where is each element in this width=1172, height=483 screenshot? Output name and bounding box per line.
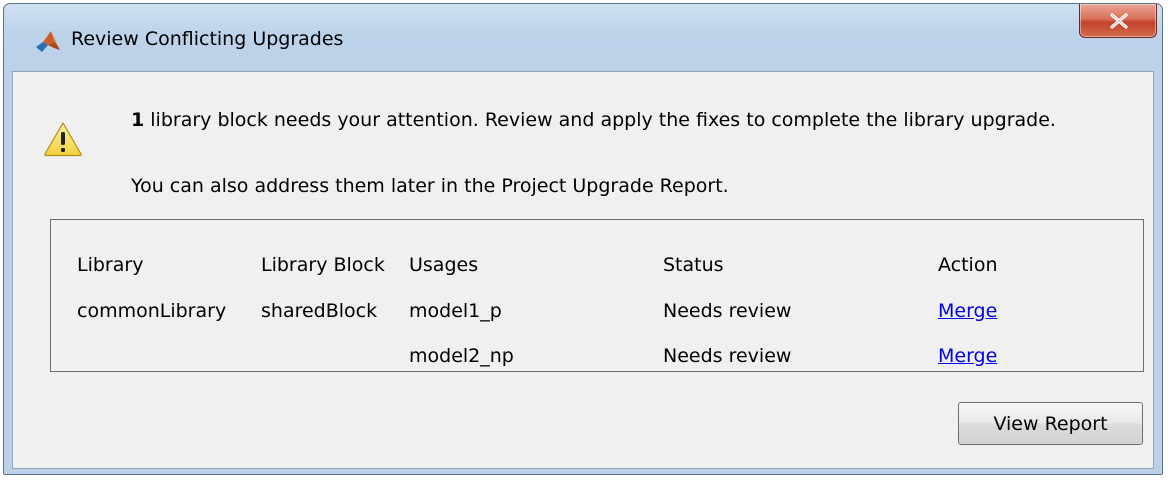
message-line-1: 1 library block needs your attention. Re… xyxy=(131,109,1056,131)
dialog-window: Review Conflicting Upgrades 1 library bl… xyxy=(3,3,1163,475)
close-icon xyxy=(1110,13,1128,29)
header-status: Status xyxy=(663,254,724,276)
row-1-library-block: sharedBlock xyxy=(261,300,378,322)
dialog-content: 1 library block needs your attention. Re… xyxy=(12,71,1154,469)
upgrade-table: Library Library Block Usages Status Acti… xyxy=(50,219,1144,372)
header-library: Library xyxy=(77,254,144,276)
header-action: Action xyxy=(938,254,998,276)
row-2-merge-link[interactable]: Merge xyxy=(938,345,997,367)
header-usages: Usages xyxy=(409,254,479,276)
warning-icon xyxy=(44,122,82,157)
row-1-merge-link[interactable]: Merge xyxy=(938,300,997,322)
view-report-button[interactable]: View Report xyxy=(958,402,1143,445)
title-bar[interactable]: Review Conflicting Upgrades xyxy=(4,4,1162,76)
row-1-usage: model1_p xyxy=(409,300,502,322)
row-2-usage: model2_np xyxy=(409,345,514,367)
block-count: 1 xyxy=(131,109,145,131)
message-line-2: You can also address them later in the P… xyxy=(131,175,729,197)
row-1-status: Needs review xyxy=(663,300,792,322)
window-title: Review Conflicting Upgrades xyxy=(71,28,344,50)
matlab-icon xyxy=(36,31,60,52)
header-library-block: Library Block xyxy=(261,254,385,276)
message-text-1: library block needs your attention. Revi… xyxy=(144,109,1056,131)
row-1-library: commonLibrary xyxy=(77,300,227,322)
close-button[interactable] xyxy=(1079,4,1157,38)
row-2-status: Needs review xyxy=(663,345,792,367)
